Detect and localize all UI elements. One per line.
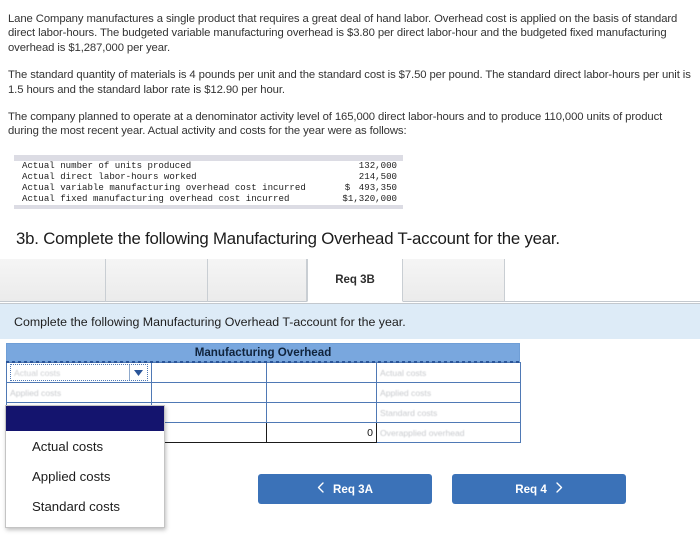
instruction-text: Complete the following Manufacturing Ove…: [14, 314, 406, 329]
cell-row4-col4[interactable]: Overapplied overhead: [376, 422, 521, 443]
cell-text: Applied costs: [10, 387, 62, 398]
next-button-label: Req 4: [515, 482, 547, 496]
cell-text: Actual costs: [380, 367, 427, 378]
problem-paragraph-1: Lane Company manufactures a single produ…: [8, 13, 678, 54]
prev-button-label: Req 3A: [333, 482, 373, 496]
dropdown-option-applied-costs[interactable]: Applied costs: [6, 461, 164, 491]
problem-statement: Lane Company manufactures a single produ…: [8, 12, 692, 152]
page-title: 3b. Complete the following Manufacturing…: [16, 229, 560, 248]
row-label: Actual fixed manufacturing overhead cost…: [22, 192, 290, 204]
account-dropdown-menu[interactable]: Actual costs Applied costs Standard cost…: [5, 405, 165, 528]
cell-text: Overapplied overhead: [380, 427, 465, 438]
dropdown-option-standard-costs[interactable]: Standard costs: [6, 491, 164, 521]
cell-row1-col3[interactable]: [266, 362, 377, 383]
cell-row2-col4[interactable]: Applied costs: [376, 382, 521, 403]
cell-row1-col1[interactable]: Actual costs: [6, 362, 152, 383]
dropdown-option-blank[interactable]: [6, 406, 164, 431]
tab-1[interactable]: [0, 259, 106, 302]
instruction-bar: Complete the following Manufacturing Ove…: [0, 304, 700, 339]
problem-paragraph-2: The standard quantity of materials is 4 …: [8, 69, 691, 96]
cell-row3-col3[interactable]: [266, 402, 377, 423]
dropdown-option-actual-costs[interactable]: Actual costs: [6, 431, 164, 461]
taccount-title-label: Manufacturing Overhead: [194, 346, 332, 359]
cell-row4-col2[interactable]: [151, 422, 267, 443]
table-row: Actual fixed manufacturing overhead cost…: [14, 192, 403, 205]
chevron-right-icon: [556, 482, 563, 496]
cell-row2-col2[interactable]: [151, 382, 267, 403]
tab-strip: Req 3B: [0, 259, 700, 304]
tab-strip-filler: [505, 259, 700, 302]
cell-row2-col3[interactable]: [266, 382, 377, 403]
chevron-left-icon: [317, 482, 324, 496]
tab-2[interactable]: [106, 259, 208, 302]
cell-row3-col2[interactable]: [151, 402, 267, 423]
table-row: Actual costs Actual costs: [6, 362, 521, 383]
table-row: Applied costs Applied costs: [6, 382, 521, 403]
prev-req-3a-button[interactable]: Req 3A: [258, 474, 432, 504]
cell-row3-col4[interactable]: Standard costs: [376, 402, 521, 423]
cell-row1-col2[interactable]: [151, 362, 267, 383]
balance-value: 0: [367, 426, 373, 439]
next-req-4-button[interactable]: Req 4: [452, 474, 626, 504]
account-select[interactable]: Actual costs: [10, 364, 148, 381]
tab-5[interactable]: [403, 259, 505, 302]
taccount-title: Manufacturing Overhead: [6, 343, 520, 363]
cell-text: Standard costs: [380, 407, 438, 418]
problem-paragraph-3: The company planned to operate at a deno…: [8, 111, 663, 138]
chevron-down-icon[interactable]: [129, 365, 147, 380]
account-select-value: Actual costs: [14, 367, 61, 378]
cell-row1-col4[interactable]: Actual costs: [376, 362, 521, 383]
cell-text: Applied costs: [380, 387, 432, 398]
row-value: $1,320,000: [342, 192, 397, 204]
tab-req-3b[interactable]: Req 3B: [307, 259, 403, 302]
cell-row2-col1[interactable]: Applied costs: [6, 382, 152, 403]
actual-activity-table: Actual number of units produced 132,000 …: [14, 155, 403, 209]
tab-3[interactable]: [208, 259, 307, 302]
cell-row4-col3-balance[interactable]: 0: [266, 422, 377, 443]
